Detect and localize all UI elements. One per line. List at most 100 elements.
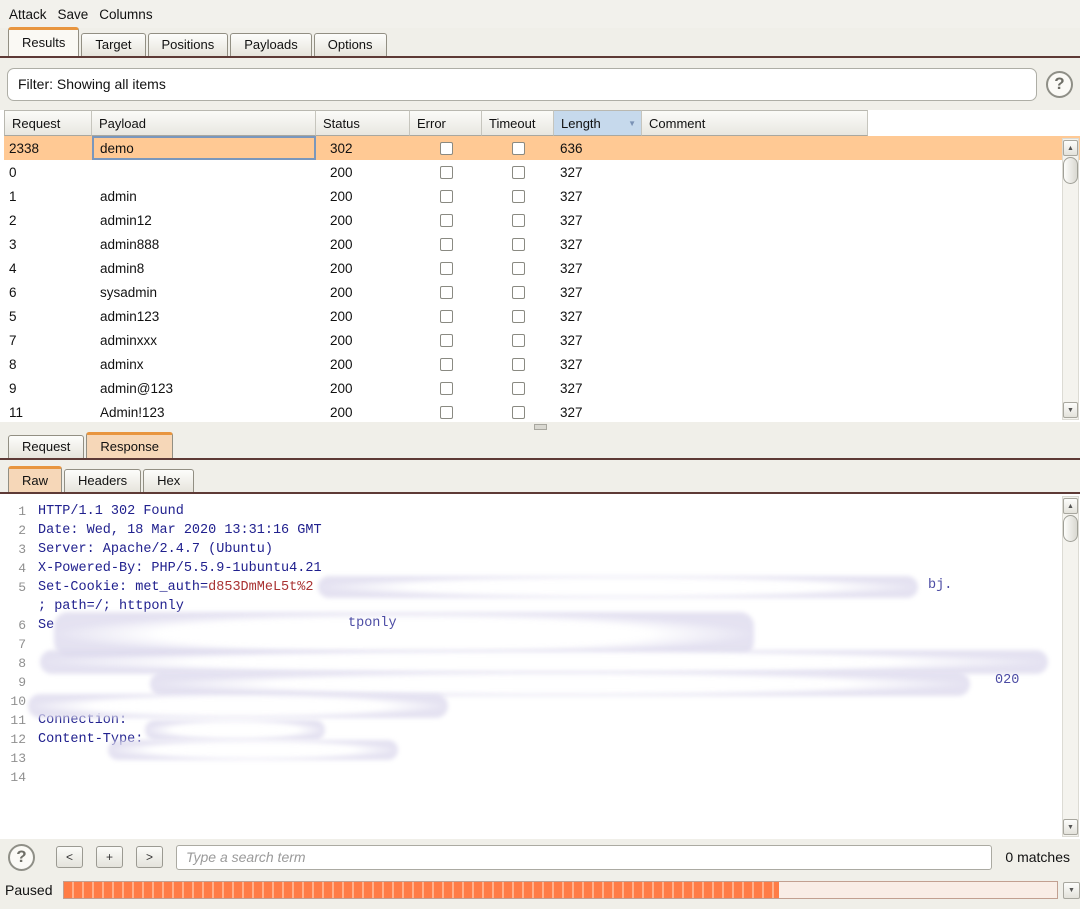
column-header-timeout[interactable]: Timeout bbox=[482, 110, 554, 136]
error-checkbox[interactable] bbox=[439, 261, 453, 275]
timeout-checkbox[interactable] bbox=[511, 333, 525, 347]
table-row[interactable]: 3 admin888 200 327 bbox=[4, 232, 1080, 256]
tab-payloads[interactable]: Payloads bbox=[230, 33, 312, 56]
scrollbar-thumb[interactable] bbox=[1063, 515, 1078, 542]
column-label: Request bbox=[12, 115, 61, 131]
scroll-down-icon[interactable]: ▼ bbox=[1063, 402, 1078, 418]
code-segment: Set-Cookie: met_auth= bbox=[38, 580, 209, 595]
table-row[interactable]: 8 adminx 200 327 bbox=[4, 352, 1080, 376]
timeout-checkbox[interactable] bbox=[511, 405, 525, 419]
tab-results[interactable]: Results bbox=[8, 27, 80, 56]
table-row[interactable]: 6 sysadmin 200 327 bbox=[4, 280, 1080, 304]
error-checkbox[interactable] bbox=[439, 405, 453, 419]
error-checkbox[interactable] bbox=[439, 357, 453, 371]
scroll-down-icon[interactable]: ▼ bbox=[1063, 819, 1078, 835]
table-row[interactable]: 7 adminxxx 200 327 bbox=[4, 328, 1080, 352]
timeout-cell bbox=[482, 232, 554, 256]
timeout-checkbox[interactable] bbox=[511, 141, 525, 155]
status-cell: 200 bbox=[330, 404, 353, 420]
line-text bbox=[26, 749, 38, 768]
status-cell: 200 bbox=[330, 188, 353, 204]
splitter-grip-icon[interactable] bbox=[533, 424, 547, 430]
search-help-icon[interactable]: ? bbox=[8, 843, 35, 871]
error-checkbox[interactable] bbox=[439, 309, 453, 323]
scrollbar-thumb[interactable] bbox=[1063, 157, 1078, 184]
timeout-checkbox[interactable] bbox=[511, 237, 525, 251]
table-row[interactable]: 4 admin8 200 327 bbox=[4, 256, 1080, 280]
tab-raw[interactable]: Raw bbox=[8, 466, 63, 492]
filter-row: Filter: Showing all items ? bbox=[0, 58, 1080, 110]
error-checkbox[interactable] bbox=[439, 333, 453, 347]
error-cell bbox=[410, 400, 482, 422]
menu-save[interactable]: Save bbox=[58, 7, 89, 22]
timeout-cell bbox=[482, 400, 554, 422]
search-prev-button[interactable]: < bbox=[56, 846, 83, 868]
error-cell bbox=[410, 136, 482, 160]
timeout-checkbox[interactable] bbox=[511, 309, 525, 323]
timeout-checkbox[interactable] bbox=[511, 357, 525, 371]
timeout-checkbox[interactable] bbox=[511, 165, 525, 179]
status-cell: 200 bbox=[330, 356, 353, 372]
line-number: 14 bbox=[10, 770, 26, 785]
table-row[interactable]: 11 Admin!123 200 327 bbox=[4, 400, 1080, 422]
tab-request[interactable]: Request bbox=[8, 435, 85, 458]
error-checkbox[interactable] bbox=[439, 381, 453, 395]
table-row[interactable]: 2338 demo 302 636 bbox=[4, 136, 1080, 160]
response-scrollbar[interactable]: ▲ ▼ bbox=[1062, 496, 1079, 837]
error-checkbox[interactable] bbox=[439, 285, 453, 299]
scroll-up-icon[interactable]: ▲ bbox=[1063, 498, 1078, 514]
table-row[interactable]: 9 admin@123 200 327 bbox=[4, 376, 1080, 400]
table-row[interactable]: 5 admin123 200 327 bbox=[4, 304, 1080, 328]
payload-cell: admin@123 bbox=[100, 380, 173, 396]
error-checkbox[interactable] bbox=[439, 189, 453, 203]
tab-positions[interactable]: Positions bbox=[147, 33, 229, 56]
response-viewer[interactable]: 1 HTTP/1.1 302 Found 2 Date: Wed, 18 Mar 20… bbox=[0, 494, 1080, 839]
table-body: 2338 demo 302 636 0 200 327 1 admin 200 327 2 admin1… bbox=[4, 136, 1080, 422]
menu-columns[interactable]: Columns bbox=[99, 7, 152, 22]
table-row[interactable]: 1 admin 200 327 bbox=[4, 184, 1080, 208]
error-cell bbox=[410, 256, 482, 280]
timeout-checkbox[interactable] bbox=[511, 285, 525, 299]
tab-hex[interactable]: Hex bbox=[143, 469, 195, 492]
filter-bar[interactable]: Filter: Showing all items bbox=[7, 67, 1037, 101]
error-checkbox[interactable] bbox=[439, 165, 453, 179]
search-add-button[interactable]: + bbox=[96, 846, 123, 868]
error-checkbox[interactable] bbox=[439, 141, 453, 155]
column-header-length[interactable]: Length ▼ bbox=[554, 110, 642, 136]
search-bar: ? < + > 0 matches bbox=[0, 839, 1080, 875]
column-header-request[interactable]: Request bbox=[4, 110, 92, 136]
column-header-payload[interactable]: Payload bbox=[92, 110, 316, 136]
line-text: Se bbox=[26, 616, 54, 635]
column-header-status[interactable]: Status bbox=[316, 110, 410, 136]
column-header-error[interactable]: Error bbox=[410, 110, 482, 136]
scroll-down-button[interactable]: ▼ bbox=[1063, 881, 1080, 899]
line-number: 8 bbox=[18, 656, 26, 671]
search-next-button[interactable]: > bbox=[136, 846, 163, 868]
line-number: 13 bbox=[10, 751, 26, 766]
timeout-checkbox[interactable] bbox=[511, 381, 525, 395]
tab-options[interactable]: Options bbox=[313, 33, 387, 56]
error-cell bbox=[410, 376, 482, 400]
scroll-up-icon[interactable]: ▲ bbox=[1063, 140, 1078, 156]
table-scrollbar[interactable]: ▲ ▼ bbox=[1062, 138, 1079, 420]
line-text: Set-Cookie: met_auth=d853DmMeL5t%2 bbox=[26, 578, 313, 597]
tab-headers[interactable]: Headers bbox=[64, 469, 142, 492]
redaction-smudge bbox=[40, 650, 1048, 674]
search-input[interactable] bbox=[176, 844, 993, 870]
error-cell bbox=[410, 232, 482, 256]
filter-text: Filter: Showing all items bbox=[18, 76, 166, 92]
error-checkbox[interactable] bbox=[439, 213, 453, 227]
tab-response[interactable]: Response bbox=[86, 432, 173, 458]
error-checkbox[interactable] bbox=[439, 237, 453, 251]
status-cell: 200 bbox=[330, 332, 353, 348]
tab-target[interactable]: Target bbox=[81, 33, 146, 56]
menu-attack[interactable]: Attack bbox=[9, 7, 47, 22]
timeout-checkbox[interactable] bbox=[511, 189, 525, 203]
request-cell: 1 bbox=[9, 188, 17, 204]
column-header-comment[interactable]: Comment bbox=[642, 110, 868, 136]
table-row[interactable]: 0 200 327 bbox=[4, 160, 1080, 184]
timeout-checkbox[interactable] bbox=[511, 213, 525, 227]
timeout-checkbox[interactable] bbox=[511, 261, 525, 275]
table-row[interactable]: 2 admin12 200 327 bbox=[4, 208, 1080, 232]
help-icon[interactable]: ? bbox=[1046, 70, 1073, 98]
